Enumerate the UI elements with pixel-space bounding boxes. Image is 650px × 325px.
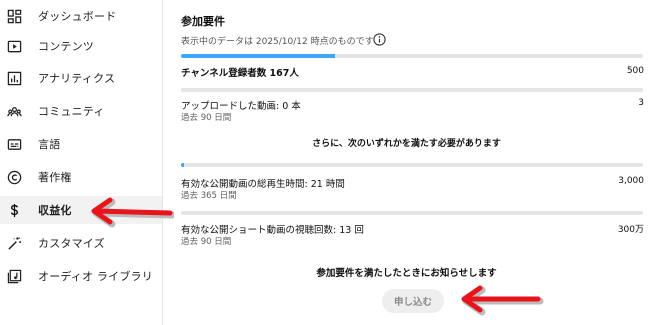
content-icon	[6, 38, 22, 54]
sidebar-item-dashboard[interactable]: ダッシュボード	[0, 2, 162, 30]
sidebar-item-community[interactable]: コミュニティ	[0, 97, 162, 125]
sidebar-item-label: アナリティクス	[38, 72, 116, 85]
dollar-icon	[6, 202, 22, 218]
sidebar-item-content[interactable]: コンテンツ	[0, 32, 162, 60]
subscribers-target: 500	[626, 66, 644, 76]
shorts-views-label: 有効な公開ショート動画の視聴回数: 13 回	[181, 225, 364, 236]
copyright-icon	[6, 169, 22, 185]
sidebar-item-copyright[interactable]: 著作権	[0, 163, 162, 191]
sidebar-item-audio-library[interactable]: オーディオ ライブラリ	[0, 262, 162, 290]
info-icon[interactable]	[373, 33, 386, 46]
uploads-progress-bar	[181, 88, 643, 92]
uploads-target: 3	[638, 98, 644, 108]
sidebar-item-label: オーディオ ライブラリ	[38, 270, 153, 283]
sidebar-item-customization[interactable]: カスタマイズ	[0, 229, 162, 257]
sidebar-item-analytics[interactable]: アナリティクス	[0, 64, 162, 92]
shorts-views-target: 300万	[617, 225, 644, 235]
watch-hours-target: 3,000	[618, 176, 644, 186]
subscribers-progress-fill	[181, 54, 336, 58]
community-icon	[6, 103, 22, 119]
subtitles-icon	[6, 136, 22, 152]
page-title: 参加要件	[181, 15, 225, 28]
uploads-label: アップロードした動画: 0 本	[181, 101, 301, 112]
analytics-icon	[6, 70, 22, 86]
sidebar: ダッシュボード コンテンツ アナリティクス コミュニティ 言語 著作権 収益化 …	[0, 0, 163, 325]
audio-library-icon	[6, 268, 22, 284]
sidebar-item-label: 収益化	[38, 204, 72, 217]
shorts-views-period: 過去 90 日間	[181, 237, 232, 247]
watch-hours-progress-fill	[181, 163, 185, 167]
apply-button[interactable]: 申し込む	[382, 289, 444, 313]
watch-hours-label: 有効な公開動画の総再生時間: 21 時間	[181, 179, 345, 190]
sidebar-item-label: カスタマイズ	[38, 237, 105, 250]
shorts-views-progress-bar	[181, 211, 643, 215]
sidebar-item-languages[interactable]: 言語	[0, 130, 162, 158]
sidebar-item-label: 著作権	[38, 171, 72, 184]
sidebar-item-label: コミュニティ	[38, 105, 105, 118]
subscribers-label: チャンネル登録者数 167人	[181, 68, 299, 79]
watch-hours-progress-bar	[181, 163, 643, 167]
annotation-arrow-left-icon	[461, 285, 544, 316]
dashboard-icon	[6, 8, 22, 24]
uploads-period: 過去 90 日間	[181, 113, 232, 123]
sidebar-item-label: ダッシュボード	[38, 10, 117, 23]
magic-wand-icon	[6, 235, 22, 251]
subscribers-progress-bar	[181, 54, 643, 58]
sidebar-item-label: コンテンツ	[38, 40, 94, 53]
data-date-note: 表示中のデータは 2025/10/12 時点のものです	[181, 37, 374, 47]
eligibility-panel: 参加要件 表示中のデータは 2025/10/12 時点のものです チャンネル登録…	[163, 0, 650, 325]
annotation-arrow-left-icon	[91, 197, 174, 228]
notify-message: 参加要件を満たしたときにお知らせします	[316, 268, 497, 279]
sidebar-item-label: 言語	[38, 138, 61, 151]
either-requirement-note: さらに、次のいずれかを満たす必要があります	[312, 139, 501, 149]
watch-hours-period: 過去 365 日間	[181, 191, 237, 201]
